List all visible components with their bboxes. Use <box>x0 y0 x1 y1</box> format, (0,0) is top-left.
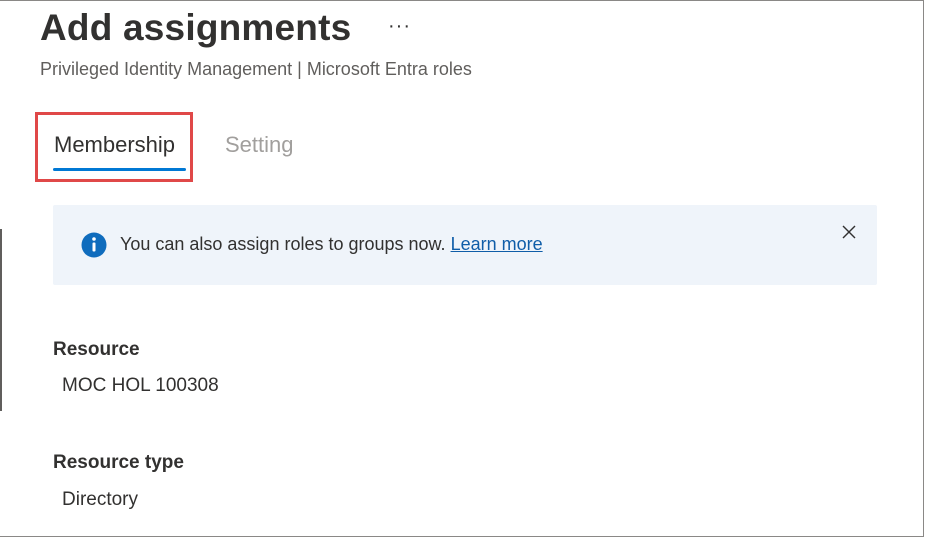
page-title: Add assignments <box>40 7 352 48</box>
active-tab-indicator <box>53 168 186 171</box>
learn-more-link[interactable]: Learn more <box>451 234 543 254</box>
tab-bar: Membership Setting <box>35 112 335 186</box>
close-icon[interactable] <box>841 224 857 240</box>
panel-edge-divider <box>0 229 2 411</box>
info-banner: You can also assign roles to groups now.… <box>53 205 877 285</box>
resource-type-label: Resource type <box>53 452 184 473</box>
info-icon <box>81 232 107 258</box>
banner-text: You can also assign roles to groups now. <box>120 234 446 254</box>
tab-setting[interactable]: Setting <box>225 132 294 158</box>
tab-membership[interactable]: Membership <box>54 132 175 158</box>
more-options-button[interactable]: ··· <box>388 15 411 38</box>
page-subtitle: Privileged Identity Management | Microso… <box>40 59 472 79</box>
blade-panel: Add assignments ··· Privileged Identity … <box>0 0 924 537</box>
resource-value: MOC HOL 100308 <box>62 375 219 396</box>
resource-label: Resource <box>53 339 140 360</box>
resource-type-value: Directory <box>62 489 139 510</box>
banner-message: You can also assign roles to groups now.… <box>120 234 543 255</box>
